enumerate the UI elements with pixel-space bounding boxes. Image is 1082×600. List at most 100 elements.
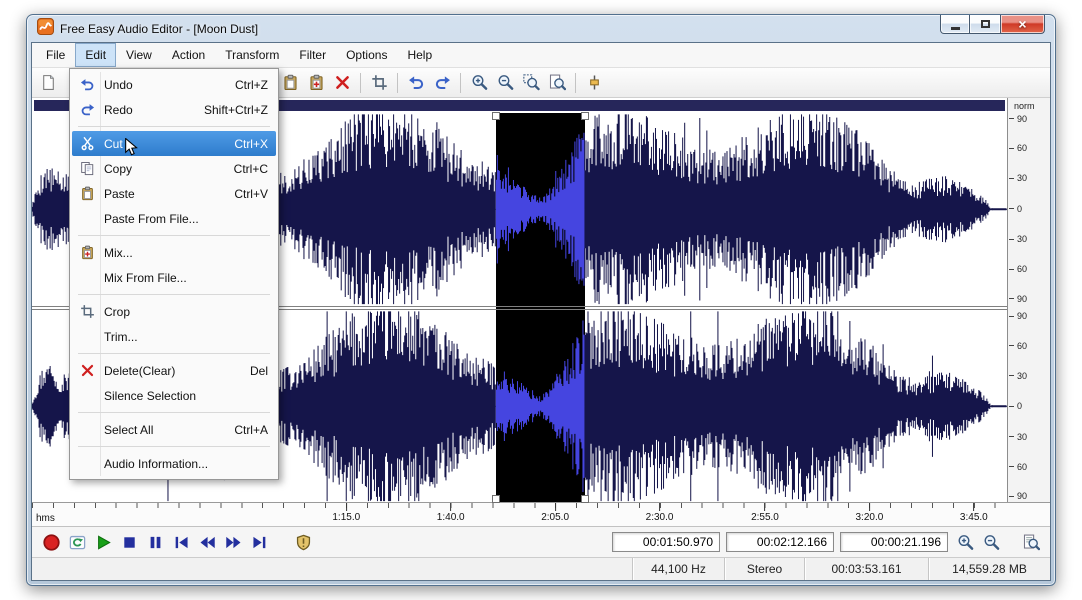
zoom-selection-button[interactable] [519, 71, 543, 95]
delete-icon [80, 363, 95, 378]
copy-icon [80, 161, 95, 176]
menu-transform[interactable]: Transform [215, 43, 289, 67]
cut-icon [80, 136, 95, 151]
minimize-icon [951, 27, 960, 30]
menu-item-label: Mix From File... [104, 271, 256, 285]
toolbar-separator [575, 73, 576, 93]
bookmark-button[interactable] [292, 531, 314, 553]
skip-start-icon [173, 534, 190, 551]
menu-item-shortcut: Del [250, 364, 268, 378]
marker-button[interactable] [582, 71, 606, 95]
maximize-icon [981, 20, 990, 28]
delete-button[interactable] [330, 71, 354, 95]
ruler-label: 3:45.0 [960, 503, 988, 523]
new-file-icon [40, 74, 57, 91]
menu-help[interactable]: Help [397, 43, 442, 67]
loop-button[interactable] [66, 531, 88, 553]
menu-options[interactable]: Options [336, 43, 397, 67]
menu-file[interactable]: File [36, 43, 75, 67]
window-controls: × [940, 15, 1045, 34]
close-button[interactable]: × [1000, 15, 1045, 34]
menu-bar: FileEditViewActionTransformFilterOptions… [32, 43, 1050, 68]
paste-icon [282, 74, 299, 91]
mix-button[interactable] [304, 71, 328, 95]
edit-menu-item-paste-from-file[interactable]: Paste From File... [72, 206, 276, 231]
selection-handle[interactable] [581, 495, 589, 503]
edit-menu-item-crop[interactable]: Crop [72, 299, 276, 324]
selection-handle[interactable] [492, 495, 500, 503]
transport-buttons [40, 531, 314, 553]
menu-item-shortcut: Shift+Ctrl+Z [204, 103, 268, 117]
skip-end-icon [251, 534, 268, 551]
norm-label: norm [1008, 98, 1050, 113]
status-bar: 44,100 Hz Stereo 00:03:53.161 14,559.28 … [32, 558, 1050, 580]
undo-button[interactable] [404, 71, 428, 95]
mix-icon [308, 74, 325, 91]
rewind-button[interactable] [196, 531, 218, 553]
ruler-label: 1:15.0 [332, 503, 360, 523]
scale-label: 90 [1009, 114, 1027, 124]
redo-icon [75, 102, 99, 117]
title-bar[interactable]: Free Easy Audio Editor - [Moon Dust] × [31, 15, 1051, 42]
edit-menu-item-audio-information[interactable]: Audio Information... [72, 451, 276, 476]
app-icon [37, 18, 54, 40]
skip-end-button[interactable] [248, 531, 270, 553]
edit-menu-item-copy[interactable]: CopyCtrl+C [72, 156, 276, 181]
edit-menu-item-undo[interactable]: UndoCtrl+Z [72, 72, 276, 97]
ruler-label: 3:20.0 [856, 503, 884, 523]
pause-icon [147, 534, 164, 551]
edit-menu-item-delete-clear[interactable]: Delete(Clear)Del [72, 358, 276, 383]
selection-start-display: 00:01:50.970 [612, 532, 720, 552]
scale-label: 0 [1009, 204, 1022, 214]
pause-button[interactable] [144, 531, 166, 553]
forward-button[interactable] [222, 531, 244, 553]
minimize-button[interactable] [940, 15, 970, 34]
zoom-in-button[interactable] [467, 71, 491, 95]
edit-menu-item-silence-selection[interactable]: Silence Selection [72, 383, 276, 408]
menu-action[interactable]: Action [162, 43, 215, 67]
zoom-page-button[interactable] [1020, 531, 1042, 553]
menu-edit[interactable]: Edit [75, 43, 116, 67]
edit-menu-item-select-all[interactable]: Select AllCtrl+A [72, 417, 276, 442]
edit-menu-item-cut[interactable]: CutCtrl+X [72, 131, 276, 156]
zoom-all-button[interactable] [545, 71, 569, 95]
zoom-out-button[interactable] [493, 71, 517, 95]
redo-button[interactable] [430, 71, 454, 95]
paste-button[interactable] [278, 71, 302, 95]
undo-icon [80, 77, 95, 92]
delete-icon [75, 363, 99, 378]
edit-menu-item-trim[interactable]: Trim... [72, 324, 276, 349]
edit-menu-item-redo[interactable]: RedoShift+Ctrl+Z [72, 97, 276, 122]
scale-label: 60 [1009, 462, 1027, 472]
menu-separator [78, 353, 270, 354]
bookmark-icon [295, 534, 312, 551]
menu-filter[interactable]: Filter [289, 43, 336, 67]
undo-icon [408, 74, 425, 91]
menu-separator [78, 294, 270, 295]
scale-label: 90 [1009, 491, 1027, 501]
edit-menu-item-paste[interactable]: PasteCtrl+V [72, 181, 276, 206]
zoom-selection-icon [523, 74, 540, 91]
zoom-out-button[interactable] [980, 531, 1002, 553]
play-button[interactable] [92, 531, 114, 553]
crop-button[interactable] [367, 71, 391, 95]
selection-handle[interactable] [581, 112, 589, 120]
edit-menu-item-mix-from-file[interactable]: Mix From File... [72, 265, 276, 290]
timeline-ruler[interactable]: 1:15.01:40.02:05.02:30.02:55.03:20.03:45… [32, 503, 1050, 527]
stop-button[interactable] [118, 531, 140, 553]
record-button[interactable] [40, 531, 62, 553]
scale-label: 30 [1009, 173, 1027, 183]
scale-label: 60 [1009, 264, 1027, 274]
edit-menu-item-mix[interactable]: Mix... [72, 240, 276, 265]
copy-icon [75, 161, 99, 176]
selection-handle[interactable] [492, 112, 500, 120]
ruler-unit-label: hms [36, 513, 55, 524]
zoom-in-button[interactable] [954, 531, 976, 553]
menu-view[interactable]: View [116, 43, 162, 67]
toolbar-separator [460, 73, 461, 93]
maximize-button[interactable] [970, 15, 1000, 34]
skip-start-button[interactable] [170, 531, 192, 553]
menu-separator [78, 126, 270, 127]
menu-item-label: Trim... [104, 330, 256, 344]
new-file-button[interactable] [36, 71, 60, 95]
